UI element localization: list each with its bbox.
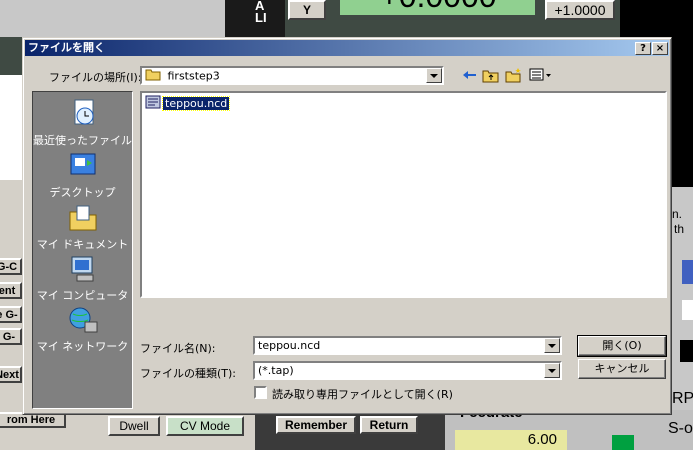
bg-arrow-block — [680, 340, 693, 362]
led-indicator — [612, 435, 634, 450]
filetype-dropdown-arrow[interactable] — [544, 363, 560, 378]
place-my-computer-label: マイ コンピュータ — [36, 289, 129, 302]
bg-blue-block — [682, 260, 693, 284]
remember-button[interactable]: Remember — [276, 416, 356, 434]
filetype-value: (*.tap) — [258, 364, 294, 377]
filename-value: teppou.ncd — [258, 339, 321, 352]
place-recent[interactable]: 最近使ったファイル — [33, 98, 132, 148]
chevron-down-icon — [548, 343, 556, 348]
filetype-select[interactable]: (*.tap) — [253, 361, 562, 380]
return-button[interactable]: Return — [360, 416, 418, 434]
place-desktop-label: デスクトップ — [49, 186, 116, 199]
right-fragment-2: th — [674, 222, 685, 236]
feedrate-value: 6.00 — [455, 430, 567, 450]
places-bar: 最近使ったファイル デスクトップ マイ ドキュメント マイ コンピュータ マイ … — [32, 91, 133, 409]
place-my-documents-label: マイ ドキュメント — [36, 238, 129, 251]
new-folder-icon[interactable] — [505, 67, 523, 83]
left-tab-4[interactable]: G- — [0, 328, 22, 345]
place-recent-label: 最近使ったファイル — [33, 134, 132, 147]
nc-file-icon — [145, 95, 161, 112]
help-button[interactable]: ? — [635, 42, 651, 55]
filename-dropdown-arrow[interactable] — [544, 338, 560, 353]
open-file-dialog: ファイルを開く ? × ファイルの場所(I): firststep3 最近使った… — [22, 37, 672, 415]
readonly-checkbox[interactable] — [254, 386, 267, 399]
left-tab-5[interactable]: Next — [0, 366, 22, 383]
readonly-label[interactable]: 読み取り専用ファイルとして開く(R) — [272, 386, 453, 402]
place-my-network-label: マイ ネットワーク — [36, 340, 129, 353]
recent-icon — [67, 98, 99, 130]
dwell-button[interactable]: Dwell — [108, 416, 160, 436]
up-folder-icon[interactable] — [482, 67, 500, 83]
view-menu-icon[interactable] — [529, 67, 553, 83]
chevron-down-icon — [430, 73, 438, 78]
scale-value[interactable]: +1.0000 — [545, 0, 615, 20]
left-tab-1[interactable]: G-C — [0, 258, 22, 275]
look-in-value: firststep3 — [167, 69, 220, 83]
axis-letters: ALI — [255, 0, 267, 25]
file-list[interactable]: teppou.ncd — [140, 91, 667, 298]
dialog-title: ファイルを開く — [28, 41, 105, 54]
cv-mode-button[interactable]: CV Mode — [166, 416, 244, 436]
look-in-combo[interactable]: firststep3 — [140, 66, 444, 85]
my-documents-icon — [67, 202, 99, 234]
my-computer-icon — [67, 253, 99, 285]
bg-panel-top-left — [0, 0, 225, 37]
look-in-dropdown-arrow[interactable] — [426, 68, 442, 83]
filename-input[interactable]: teppou.ncd — [253, 336, 562, 355]
place-my-computer[interactable]: マイ コンピュータ — [33, 253, 132, 303]
left-tab-3[interactable]: e G- — [0, 306, 22, 323]
chevron-down-icon — [548, 368, 556, 373]
back-arrow-icon[interactable] — [461, 67, 479, 83]
bg-panel-right-black — [672, 37, 693, 187]
look-in-label: ファイルの場所(I): — [49, 71, 142, 84]
filetype-label: ファイルの種類(T): — [140, 367, 237, 380]
folder-icon — [145, 68, 161, 85]
my-network-icon — [67, 304, 99, 336]
left-tab-2[interactable]: ent — [0, 282, 22, 299]
place-desktop[interactable]: デスクトップ — [33, 150, 132, 200]
right-fragment-3: RP — [672, 390, 693, 407]
filename-label: ファイル名(N): — [140, 342, 216, 355]
file-item-name: teppou.ncd — [161, 95, 231, 111]
bg-panel-top-right — [620, 0, 693, 37]
open-button[interactable]: 開く(O) — [577, 335, 667, 357]
right-fragment-4: S-o — [668, 420, 693, 437]
place-my-network[interactable]: マイ ネットワーク — [33, 304, 132, 354]
cancel-button[interactable]: キャンセル — [578, 359, 666, 379]
dialog-titlebar[interactable]: ファイルを開く ? × — [25, 40, 669, 56]
desktop-icon — [67, 150, 99, 182]
place-my-documents[interactable]: マイ ドキュメント — [33, 202, 132, 252]
dro-value: +0.0000 — [340, 0, 535, 15]
close-button[interactable]: × — [652, 42, 668, 55]
bg-white-block — [682, 300, 693, 320]
right-fragment-1: n. — [672, 207, 683, 221]
file-item[interactable]: teppou.ncd — [145, 95, 231, 112]
axis-y-button[interactable]: Y — [288, 0, 326, 20]
